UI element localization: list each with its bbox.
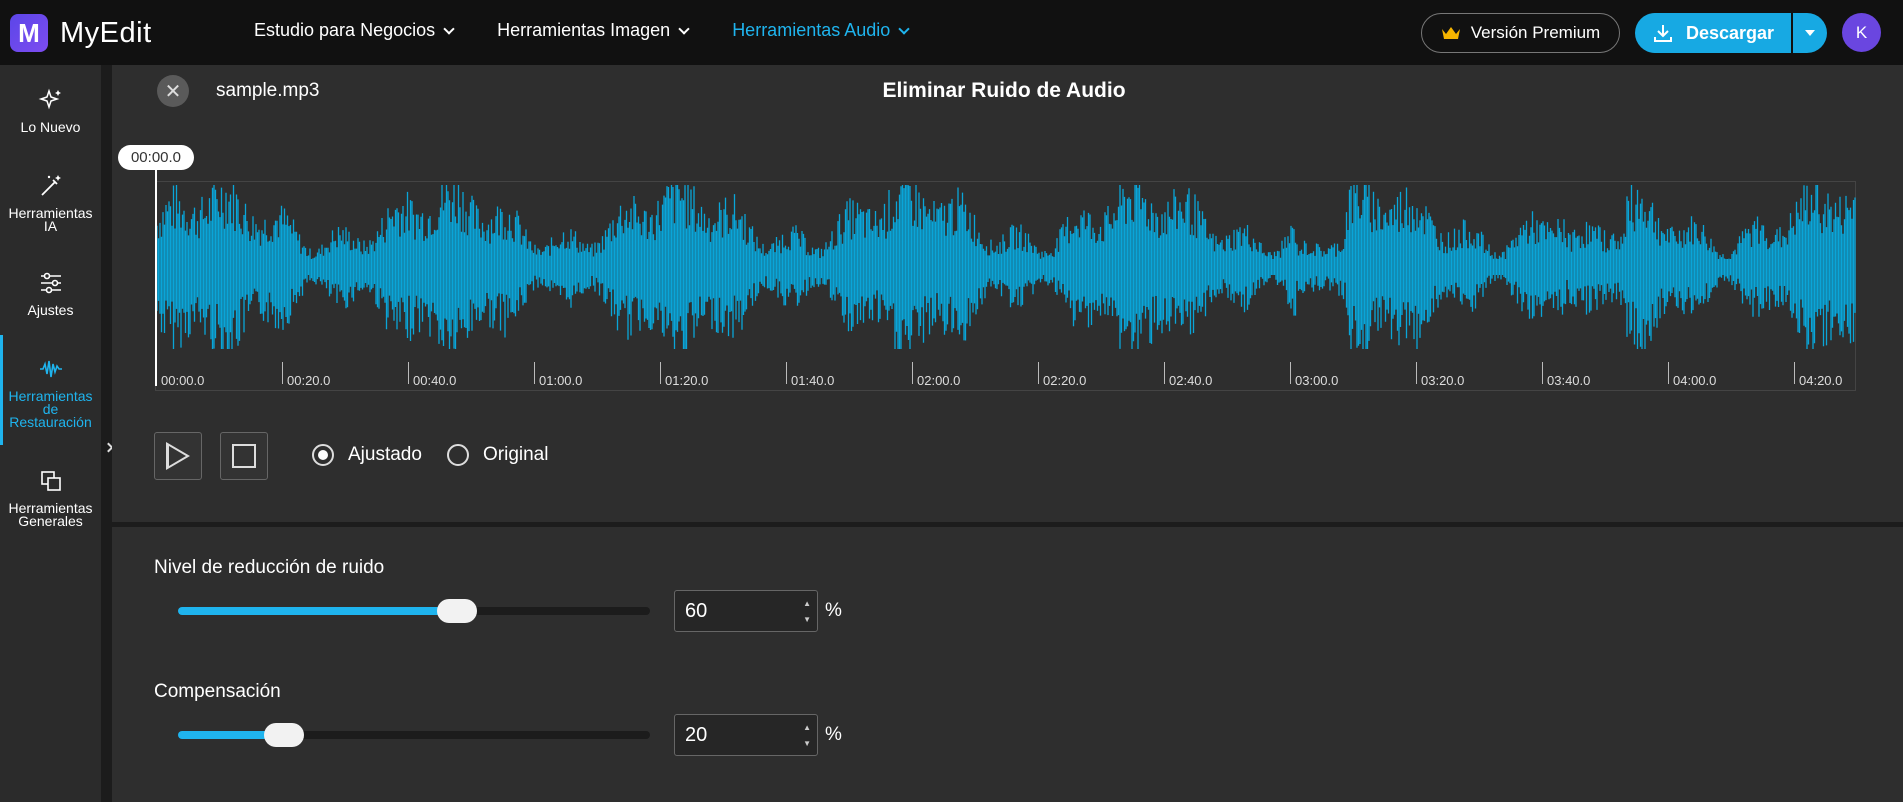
avatar[interactable]: K — [1842, 13, 1881, 52]
waveform-icon — [39, 360, 62, 378]
time-tick-label: 01:20.0 — [665, 373, 709, 388]
time-tick — [1290, 362, 1291, 384]
main-nav: Estudio para Negocios Herramientas Image… — [254, 20, 952, 41]
nav-label: Herramientas Audio — [732, 20, 891, 40]
noise-reduction-slider[interactable] — [178, 599, 650, 623]
time-tick — [1668, 362, 1669, 384]
sidebar-item-herramientas-restauracion[interactable]: Herramientas de Restauración — [0, 356, 101, 429]
chevron-down-icon — [678, 22, 690, 35]
sidebar-item-label: Lo Nuevo — [20, 119, 81, 135]
premium-button[interactable]: Versión Premium — [1421, 13, 1620, 53]
time-tick — [282, 362, 283, 384]
sidebar-item-label: Herramientas Generales — [8, 500, 93, 529]
time-tick-label: 02:40.0 — [1169, 373, 1213, 388]
time-tick — [1416, 362, 1417, 384]
time-tick — [408, 362, 409, 384]
slider-thumb[interactable] — [264, 723, 304, 747]
time-tick — [1542, 362, 1543, 384]
page-title: Eliminar Ruido de Audio — [882, 79, 1126, 102]
radio-label: Ajustado — [348, 444, 422, 465]
time-tick — [660, 362, 661, 384]
stop-icon — [232, 444, 256, 468]
time-tick — [786, 362, 787, 384]
crown-icon — [1441, 27, 1460, 39]
time-tick-label: 03:20.0 — [1421, 373, 1465, 388]
percent-unit: % — [825, 600, 842, 621]
time-axis: 00:00.0 00:20.0 00:40.0 01:00.0 01:20.0 01:40… — [156, 362, 1856, 392]
radio-dot — [447, 444, 469, 466]
mode-ajustado-radio[interactable]: Ajustado — [312, 444, 422, 466]
mode-original-radio[interactable]: Original — [447, 444, 548, 466]
nav-herramientas-audio[interactable]: Herramientas Audio — [732, 20, 910, 41]
nav-herramientas-imagen[interactable]: Herramientas Imagen — [497, 20, 690, 41]
stepper-arrows-icon[interactable]: ▲ ▼ — [803, 596, 811, 628]
slider-fill — [178, 607, 457, 615]
sidebar-item-herramientas-generales[interactable]: Herramientas Generales — [0, 468, 101, 528]
time-tick — [534, 362, 535, 384]
time-tick-label: 02:20.0 — [1043, 373, 1087, 388]
current-time: 00:00.0 — [118, 145, 194, 170]
slider-thumb[interactable] — [437, 599, 477, 623]
magic-wand-icon — [40, 175, 61, 196]
noise-reduction-label: Nivel de reducción de ruido — [154, 557, 385, 578]
play-icon — [166, 442, 190, 470]
time-tick — [912, 362, 913, 384]
chevron-down-icon — [443, 22, 455, 35]
sidebar-item-label: Herramientas de Restauración — [8, 388, 93, 430]
nav-estudio-negocios[interactable]: Estudio para Negocios — [254, 20, 455, 41]
input-value: 60 — [685, 599, 708, 622]
compensation-input[interactable]: 20 ▲ ▼ — [674, 714, 818, 756]
sidebar-item-herramientas-ia[interactable]: Herramientas IA — [0, 173, 101, 233]
download-icon — [1653, 25, 1672, 42]
time-tick-label: 00:00.0 — [161, 373, 205, 388]
compensation-label: Compensación — [154, 681, 281, 702]
caret-down-icon — [1805, 30, 1815, 36]
time-tick-label: 01:40.0 — [791, 373, 835, 388]
nav-label: Herramientas Imagen — [497, 20, 671, 40]
logo-icon: M — [10, 14, 48, 52]
sidebar: Lo Nuevo Herramientas IA Ajustes Herrami… — [0, 65, 101, 802]
time-tick-label: 01:00.0 — [539, 373, 583, 388]
sidebar-item-label: Herramientas IA — [8, 205, 93, 234]
waveform-timeline[interactable]: 00:00.0 00:20.0 00:40.0 01:00.0 01:20.0 01:40… — [155, 181, 1856, 391]
logo[interactable]: M MyEdit — [10, 14, 152, 52]
premium-label: Versión Premium — [1470, 23, 1601, 42]
radio-dot — [312, 444, 334, 466]
chevron-down-icon — [898, 22, 910, 35]
time-tick-label: 04:20.0 — [1799, 373, 1843, 388]
layers-icon — [40, 471, 61, 491]
download-button[interactable]: Descargar — [1635, 13, 1791, 53]
noise-reduction-input[interactable]: 60 ▲ ▼ — [674, 590, 818, 632]
download-label: Descargar — [1685, 22, 1775, 43]
logo-text: MyEdit — [60, 16, 152, 49]
playhead[interactable] — [155, 170, 157, 386]
percent-unit: % — [825, 724, 842, 745]
radio-label: Original — [483, 444, 549, 465]
input-value: 20 — [685, 723, 708, 746]
stepper-arrows-icon[interactable]: ▲ ▼ — [803, 720, 811, 752]
waveform[interactable] — [156, 182, 1856, 352]
time-tick-label: 02:00.0 — [917, 373, 961, 388]
time-tick-label: 04:00.0 — [1673, 373, 1717, 388]
time-tick-label: 00:20.0 — [287, 373, 331, 388]
sidebar-item-ajustes[interactable]: Ajustes — [0, 270, 101, 317]
time-tick-label: 00:40.0 — [413, 373, 457, 388]
play-button[interactable] — [154, 432, 202, 480]
compensation-slider[interactable] — [178, 723, 650, 747]
time-tick-label: 03:00.0 — [1295, 373, 1339, 388]
time-tick — [1164, 362, 1165, 384]
top-bar: M MyEdit Estudio para Negocios Herramien… — [0, 0, 1903, 65]
time-tick-label: 03:40.0 — [1547, 373, 1591, 388]
sliders-icon — [40, 272, 61, 294]
time-tick — [1038, 362, 1039, 384]
time-tick — [1794, 362, 1795, 384]
waveform-path — [156, 185, 1856, 349]
nav-label: Estudio para Negocios — [254, 20, 436, 40]
download-options-button[interactable] — [1793, 13, 1827, 53]
stop-button[interactable] — [220, 432, 268, 480]
sidebar-item-label: Ajustes — [27, 302, 74, 318]
